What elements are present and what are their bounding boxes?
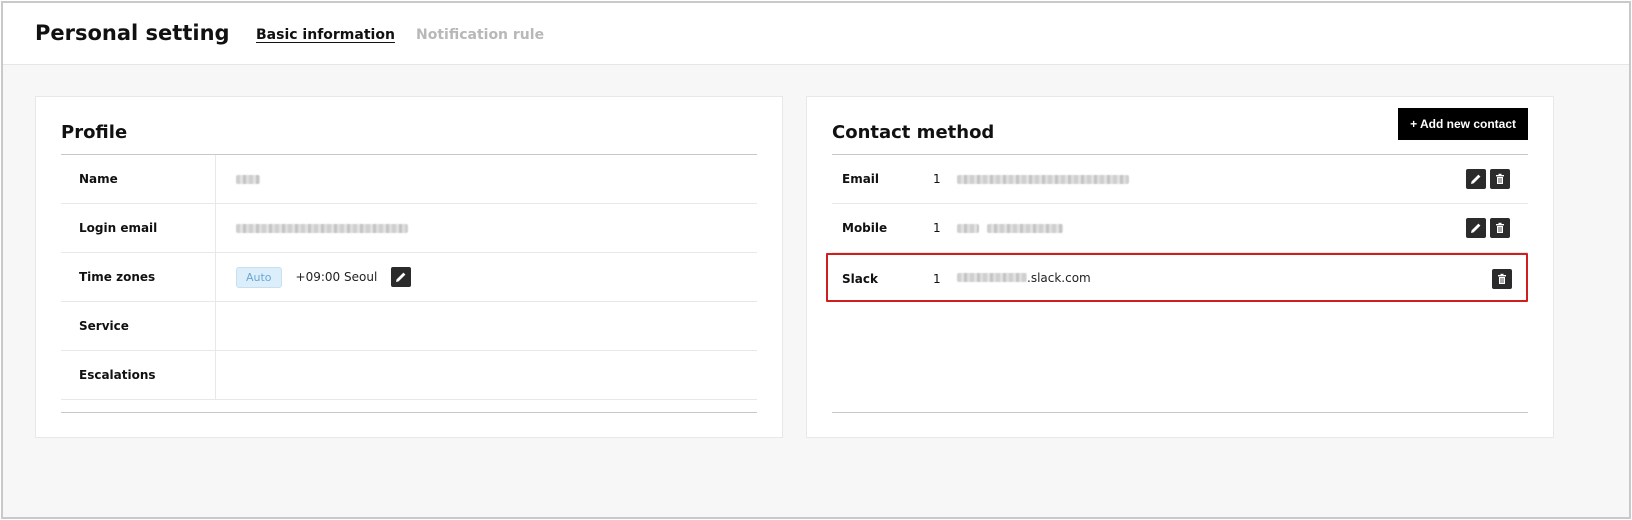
profile-table: Name Login email Time zones Auto +09:00 … [61,154,757,400]
contact-method-card: Contact method + Add new contact Email 1… [806,96,1554,438]
mobile-value-redacted [957,204,1063,252]
profile-row-time-zones: Time zones Auto +09:00 Seoul [61,253,757,302]
email-value-redacted [957,155,1129,203]
top-bar: Personal setting Basic information Notif… [3,3,1629,65]
pencil-icon[interactable] [1466,169,1486,189]
app-frame: Personal setting Basic information Notif… [1,1,1631,519]
contact-priority: 1 [933,221,941,235]
auto-badge: Auto [236,266,282,288]
contact-priority: 1 [933,172,941,186]
profile-row-name: Name [61,155,757,204]
page-title: Personal setting [35,21,230,45]
row-actions [1466,169,1510,189]
contact-row-email: Email 1 [832,155,1528,204]
contact-row-mobile: Mobile 1 [832,204,1528,253]
profile-row-escalations: Escalations [61,351,757,400]
contact-row-slack: Slack 1 .slack.com [826,253,1528,302]
contact-label: Email [842,172,880,186]
trash-icon[interactable] [1490,169,1510,189]
row-actions [1466,218,1510,238]
login-email-value-redacted [236,204,408,252]
divider [61,412,757,413]
profile-row-service: Service [61,302,757,351]
contact-method-title: Contact method [832,122,995,143]
profile-title: Profile [61,122,128,143]
time-zone-value: Auto +09:00 Seoul [236,253,412,301]
contact-label: Mobile [842,221,888,235]
tab-basic-information[interactable]: Basic information [256,27,395,43]
profile-label: Login email [61,204,216,252]
pencil-icon[interactable] [391,267,412,287]
profile-label: Escalations [61,351,216,399]
slack-domain: .slack.com [1027,270,1091,285]
contact-priority: 1 [933,272,941,286]
tab-notification-rule[interactable]: Notification rule [416,27,544,43]
profile-row-login-email: Login email [61,204,757,253]
row-actions [1492,269,1512,289]
profile-card: Profile Name Login email Time zones Auto… [35,96,783,438]
trash-icon[interactable] [1490,218,1510,238]
profile-label: Name [61,155,216,203]
divider [832,412,1528,413]
name-value-redacted [236,155,260,203]
profile-label: Service [61,302,216,350]
pencil-icon[interactable] [1466,218,1486,238]
time-zone-text: +09:00 Seoul [295,270,378,284]
contact-table: Email 1 Mobile 1 Slack 1 .slack.com [826,154,1528,302]
add-new-contact-button[interactable]: + Add new contact [1398,108,1528,140]
contact-label: Slack [842,272,878,286]
slack-value: .slack.com [957,255,1091,300]
trash-icon[interactable] [1492,269,1512,289]
profile-label: Time zones [61,253,216,301]
